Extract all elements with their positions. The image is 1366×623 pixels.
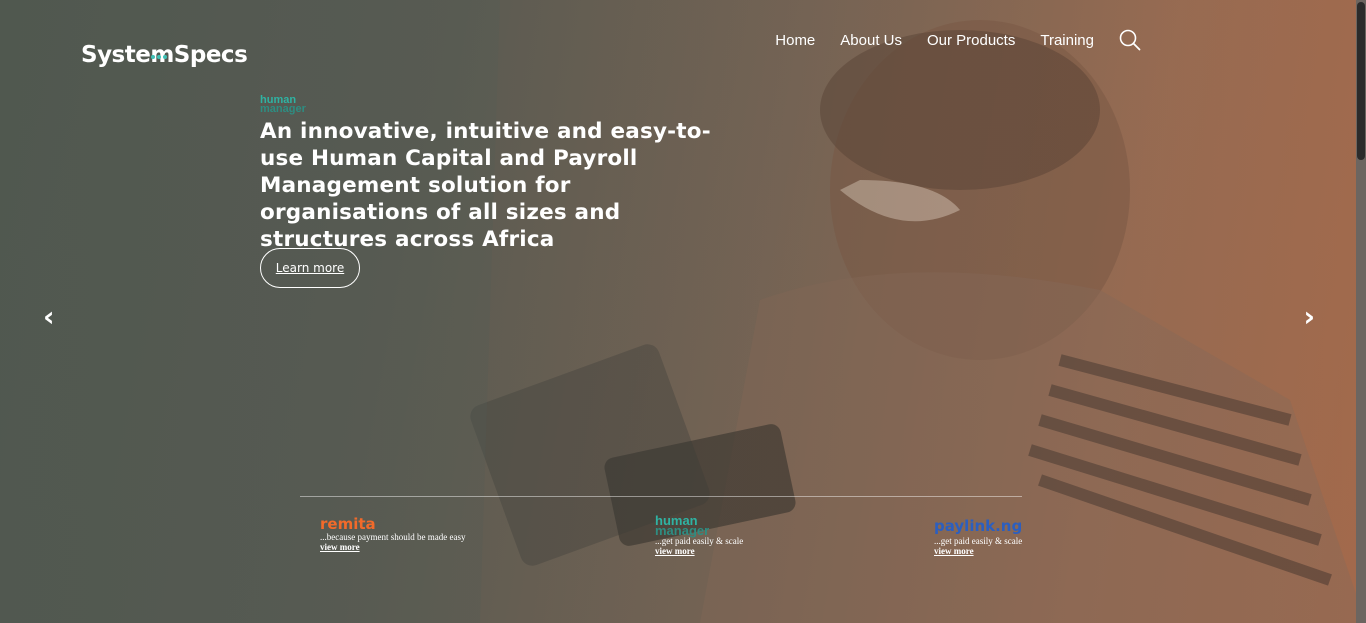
systemspecs-logo[interactable]: SystemSpecs [81, 39, 248, 68]
remita-view-more-link[interactable]: view more [320, 542, 465, 552]
carousel-prev-icon[interactable]: ‹ [43, 300, 55, 333]
nav-training[interactable]: Training [1040, 32, 1094, 49]
learn-more-button[interactable]: Learn more [260, 248, 360, 288]
humanmanager-product-logo[interactable]: human manager [655, 514, 743, 538]
remita-tagline: ...because payment should be made easy [320, 532, 466, 542]
products-divider [300, 496, 1022, 497]
search-icon[interactable] [1119, 29, 1141, 51]
product-paylink: paylink.ng ...get paid easily & scale vi… [934, 516, 1022, 556]
humanmanager-product-line2: manager [655, 523, 710, 538]
humanmanager-logo-line2: manager [260, 103, 306, 115]
paylink-tagline: ...get paid easily & scale [934, 536, 1023, 546]
remita-logo[interactable]: remita [320, 516, 465, 532]
humanmanager-logo: human manager [260, 95, 306, 115]
nav-about-us[interactable]: About Us [840, 32, 902, 49]
scrollbar-thumb[interactable] [1357, 2, 1365, 160]
carousel-next-icon[interactable]: › [1303, 300, 1315, 333]
logo-dots-icon [151, 39, 169, 65]
page-scrollbar[interactable] [1356, 0, 1366, 623]
humanmanager-tagline: ...get paid easily & scale [655, 536, 744, 546]
paylink-view-more-link[interactable]: view more [934, 546, 1022, 556]
nav-our-products[interactable]: Our Products [927, 32, 1015, 49]
nav-home[interactable]: Home [775, 32, 815, 49]
paylink-logo[interactable]: paylink.ng [934, 516, 1022, 536]
main-nav: Home About Us Our Products Training [775, 29, 1141, 51]
hero-headline: An innovative, intuitive and easy-to-use… [260, 119, 711, 252]
humanmanager-view-more-link[interactable]: view more [655, 546, 743, 556]
product-remita: remita ...because payment should be made… [320, 516, 465, 552]
product-humanmanager: human manager ...get paid easily & scale… [655, 514, 744, 556]
